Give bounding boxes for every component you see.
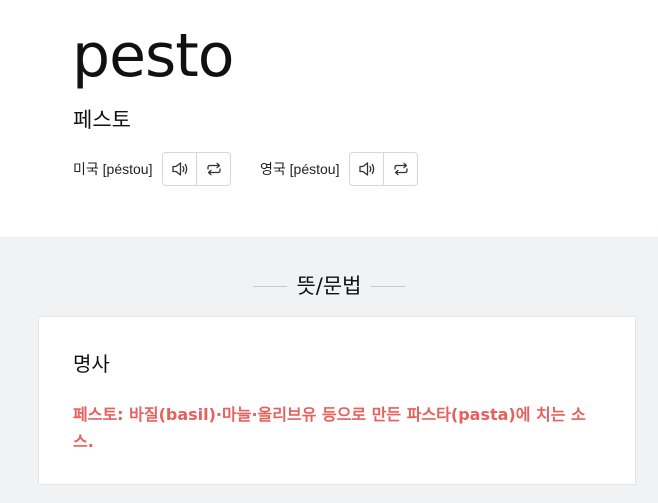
meaning-card: 명사 페스토: 바질(basil)·마늘·올리브유 등으로 만든 파스타(pas… <box>38 316 636 485</box>
heading-divider-right <box>370 285 405 287</box>
pronunciation-us-controls <box>162 152 232 186</box>
korean-reading: 페스토 <box>73 108 131 132</box>
speaker-icon <box>358 161 376 177</box>
pronunciation-us-label: 미국 [péstou] <box>73 161 153 177</box>
pronunciation-uk-controls <box>349 152 419 186</box>
repeat-pronunciation-us-button[interactable] <box>196 153 230 185</box>
entry-header: pesto 페스토 미국 [péstou] 영국 [péstou] <box>0 0 658 237</box>
play-pronunciation-us-button[interactable] <box>163 153 196 185</box>
repeat-icon <box>392 161 410 177</box>
section-title: 뜻/문법 <box>296 274 362 298</box>
speaker-icon <box>171 161 189 177</box>
definition-text: 페스토: 바질(basil)·마늘·올리브유 등으로 만든 파스타(pasta)… <box>73 405 586 451</box>
repeat-pronunciation-uk-button[interactable] <box>383 153 417 185</box>
repeat-icon <box>205 161 223 177</box>
heading-divider-left <box>253 285 288 287</box>
meaning-section: 뜻/문법 명사 페스토: 바질(basil)·마늘·올리브유 등으로 만든 파스… <box>0 237 658 503</box>
pronunciation-uk: 영국 [péstou] <box>260 152 419 186</box>
pronunciation-uk-label: 영국 [péstou] <box>260 161 340 177</box>
play-pronunciation-uk-button[interactable] <box>350 153 383 185</box>
section-heading: 뜻/문법 <box>0 270 658 302</box>
headword: pesto <box>72 21 234 91</box>
pronunciation-us: 미국 [péstou] <box>73 152 232 186</box>
part-of-speech: 명사 <box>73 352 110 376</box>
